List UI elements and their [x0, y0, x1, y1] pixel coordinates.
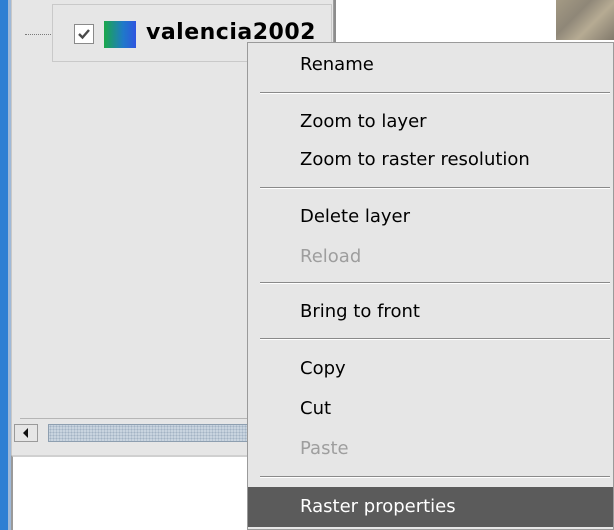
menu-separator: [260, 282, 610, 284]
menu-item-copy[interactable]: Copy: [248, 349, 613, 389]
menu-separator: [260, 338, 610, 340]
menu-item-zoom-to-layer[interactable]: Zoom to layer: [248, 102, 613, 142]
menu-separator: [260, 476, 610, 478]
raster-image-preview: [556, 0, 614, 40]
scroll-left-button[interactable]: [14, 424, 38, 442]
menu-item-paste[interactable]: Paste: [248, 429, 613, 469]
menu-item-reload[interactable]: Reload: [248, 237, 613, 277]
menu-item-zoom-to-raster-resolution[interactable]: Zoom to raster resolution: [248, 140, 613, 180]
menu-item-cut[interactable]: Cut: [248, 389, 613, 429]
menu-separator: [260, 92, 610, 94]
window-edge: [0, 0, 8, 530]
layer-context-menu: Rename Zoom to layer Zoom to raster reso…: [247, 42, 614, 530]
scrollbar-thumb[interactable]: [48, 424, 253, 442]
menu-item-delete-layer[interactable]: Delete layer: [248, 197, 613, 237]
screenshot-stage: valencia2002 Rename Zoom to layer Zoom t…: [0, 0, 614, 530]
menu-separator: [260, 187, 610, 189]
raster-layer-icon: [104, 21, 136, 48]
bottom-panel: [11, 455, 255, 530]
layer-visibility-checkbox[interactable]: [74, 24, 94, 44]
menu-item-bring-to-front[interactable]: Bring to front: [248, 292, 613, 332]
scroll-left-arrow-icon: [23, 428, 28, 438]
menu-item-raster-properties[interactable]: Raster properties: [248, 487, 613, 527]
checkbox-checked-icon: [78, 29, 90, 40]
menu-item-rename[interactable]: Rename: [248, 45, 613, 85]
